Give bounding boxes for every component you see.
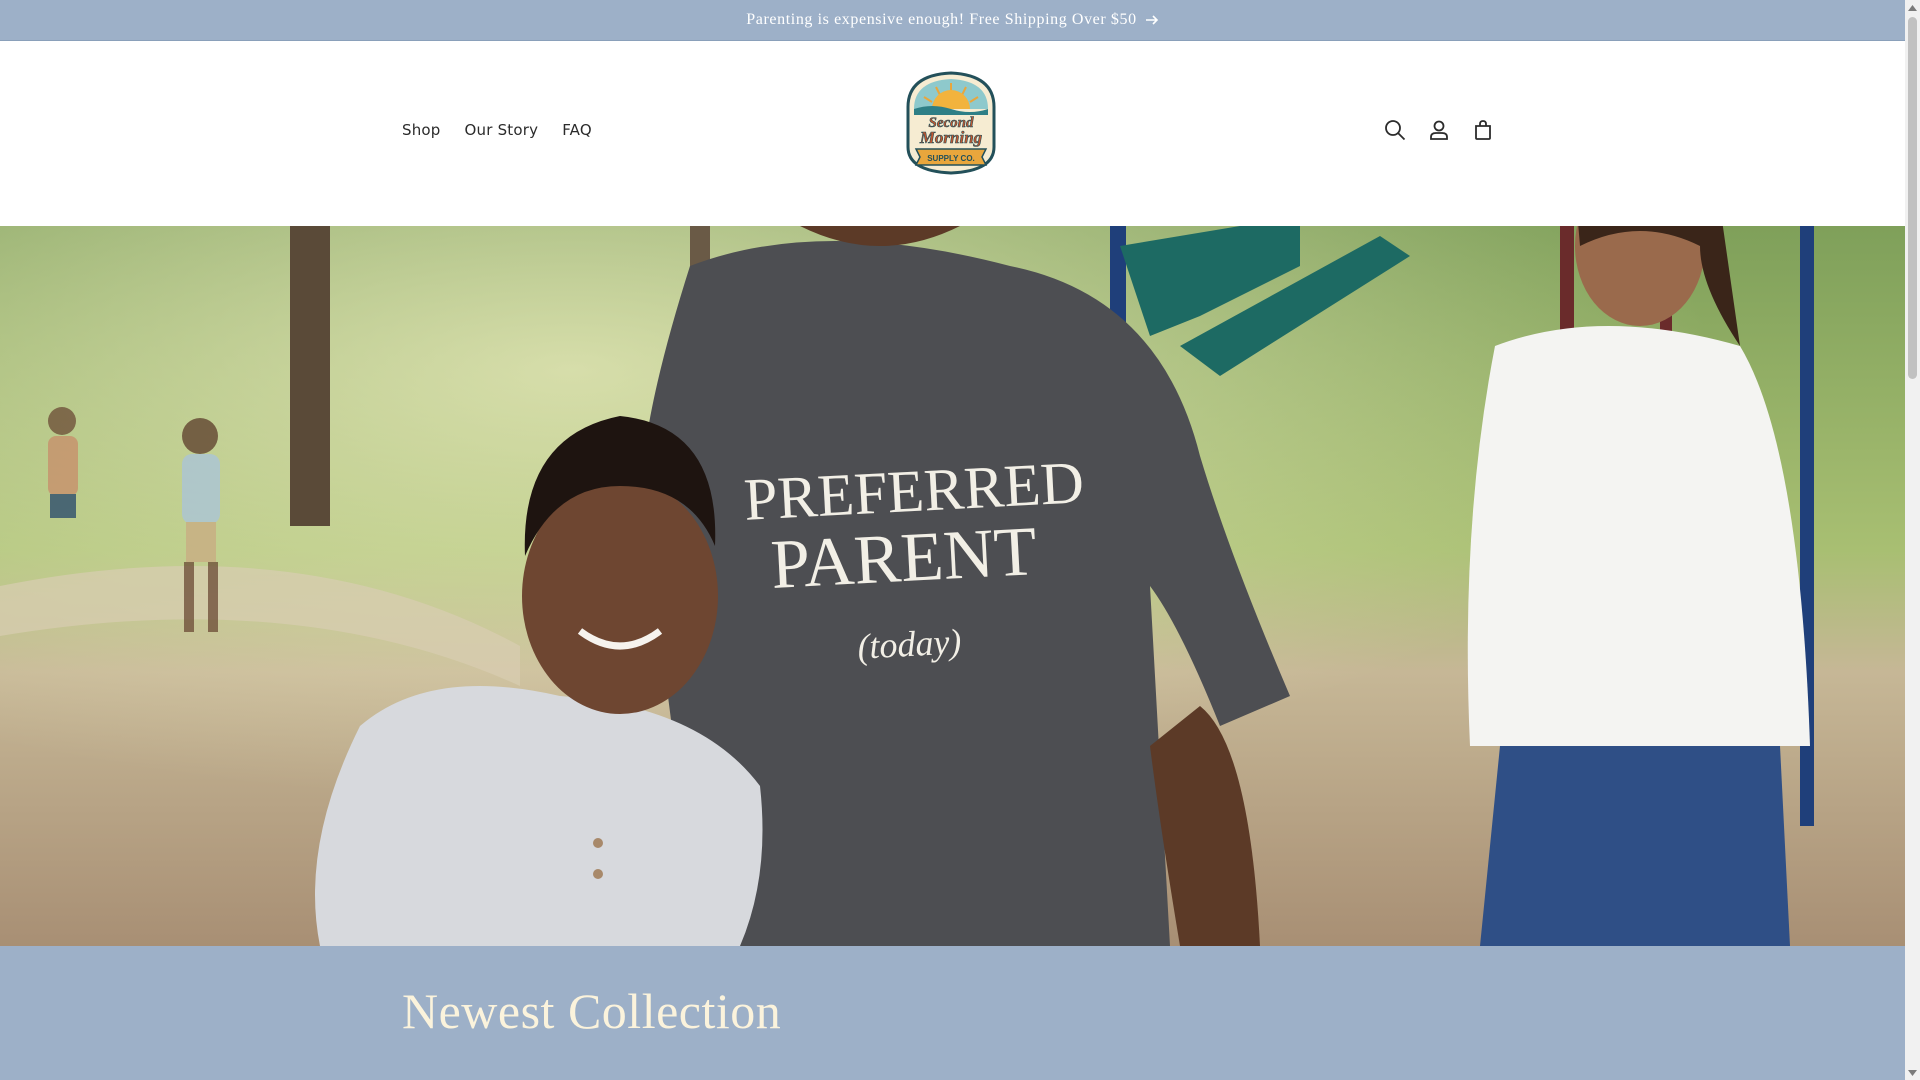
- shirt-text-line-3: (today): [856, 621, 962, 666]
- account-button[interactable]: [1424, 115, 1454, 145]
- collection-title: Newest Collection: [402, 983, 782, 1039]
- scroll-thumb[interactable]: [1908, 17, 1917, 379]
- hero-banner[interactable]: PREFERRED PARENT (today): [0, 226, 1905, 946]
- cart-button[interactable]: [1468, 115, 1498, 145]
- newest-collection-section: Newest Collection: [0, 946, 1905, 1080]
- scroll-down-button[interactable]: [1905, 1065, 1920, 1080]
- scroll-up-button[interactable]: [1905, 0, 1920, 15]
- hero-image: PREFERRED PARENT (today): [0, 226, 1905, 946]
- chevron-up-icon: [1908, 4, 1917, 11]
- logo-banner-text: SUPPLY CO.: [927, 154, 975, 163]
- header-icons: [1380, 115, 1498, 145]
- announcement-link[interactable]: Parenting is expensive enough! Free Ship…: [746, 11, 1158, 29]
- site-header: Shop Our Story FAQ Second Morning SUPPLY…: [0, 41, 1905, 226]
- announcement-bar: Parenting is expensive enough! Free Ship…: [0, 0, 1905, 41]
- page: Parenting is expensive enough! Free Ship…: [0, 0, 1905, 1080]
- nav-item-faq[interactable]: FAQ: [550, 121, 604, 139]
- search-button[interactable]: [1380, 115, 1410, 145]
- arrow-right-icon: [1145, 15, 1158, 25]
- logo[interactable]: Second Morning SUPPLY CO.: [896, 67, 1006, 177]
- nav-item-our-story[interactable]: Our Story: [453, 121, 551, 139]
- cart-icon: [1475, 120, 1491, 140]
- logo-line-2: Morning: [919, 128, 983, 147]
- logo-badge: Second Morning SUPPLY CO.: [906, 71, 996, 175]
- main-nav: Shop Our Story FAQ: [390, 121, 604, 139]
- announcement-text: Parenting is expensive enough! Free Ship…: [746, 11, 1137, 28]
- shirt-text-line-2: PARENT: [769, 513, 1038, 604]
- search-icon: [1385, 120, 1406, 141]
- page-scrollbar[interactable]: [1905, 0, 1920, 1080]
- nav-item-shop[interactable]: Shop: [390, 121, 453, 139]
- chevron-down-icon: [1908, 1069, 1917, 1076]
- account-icon: [1430, 120, 1448, 140]
